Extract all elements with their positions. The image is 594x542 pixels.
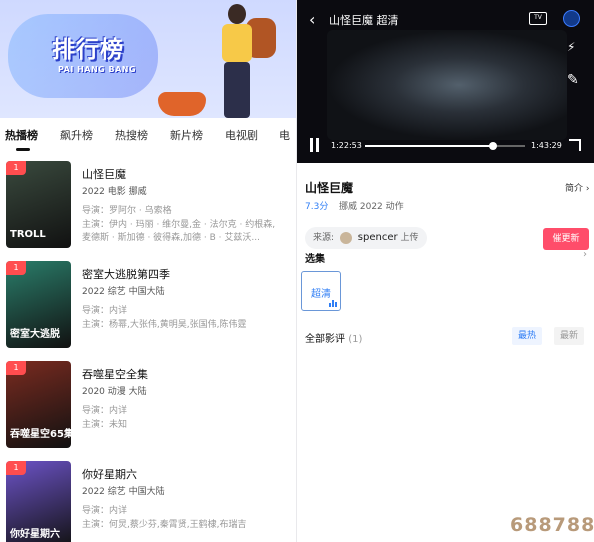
poster-caption: TROLL [10, 229, 46, 240]
progress-knob[interactable] [489, 142, 497, 150]
item-director: 导演：内详 [82, 306, 128, 316]
back-arrow-icon[interactable]: ‹ [309, 10, 315, 29]
item-title: 你好星期六 [82, 468, 137, 481]
gift-icon[interactable] [563, 10, 580, 27]
item-meta: 2022 电影 挪威 [82, 187, 147, 197]
rank-badge: 1 [6, 461, 26, 475]
current-time: 1:22:53 [331, 141, 362, 150]
poster-caption: 密室大逃脱 [10, 329, 60, 340]
pause-icon[interactable] [309, 138, 321, 152]
item-director: 导演：罗阿尔 · 乌索格 [82, 206, 172, 216]
item-title: 密室大逃脱第四季 [82, 268, 170, 281]
tab-tv-series[interactable]: 电视剧 [225, 127, 258, 143]
item-title: 吞噬星空全集 [82, 368, 148, 381]
lightbulb-icon[interactable]: ⚡ [567, 40, 575, 54]
item-cast: 主演：杨幂,大张伟,黄明昊,张国伟,陈伟霆 [82, 320, 247, 330]
poster-image: 1 吞噬星空65集 [6, 361, 71, 448]
person-illustration [210, 4, 276, 118]
item-meta: 2022 综艺 中国大陆 [82, 487, 165, 497]
score: 7.3分 [305, 202, 329, 212]
item-meta: 2022 综艺 中国大陆 [82, 287, 165, 297]
total-time: 1:43:29 [531, 141, 562, 150]
video-title: 山怪巨魔 超清 [329, 14, 399, 27]
source-label: 来源: [313, 233, 335, 243]
tab-rising[interactable]: 飙升榜 [60, 127, 93, 143]
uploader-name: spencer [357, 232, 398, 243]
reviews-heading: 全部影评 (1) [305, 330, 362, 345]
item-cast: 主演：伊内 · 玛丽 · 维尔曼,金 · 法尔克 · 约根森,麦德斯 · 斯加德… [82, 220, 276, 243]
tab-hot-search[interactable]: 热搜榜 [115, 127, 148, 143]
tab-more[interactable]: 电 [279, 127, 290, 143]
list-item[interactable]: 1 密室大逃脱 密室大逃脱第四季 2022 综艺 中国大陆 导演：内详 主演：杨… [0, 258, 296, 350]
reviews-title: 全部影评 [305, 334, 345, 345]
urge-update-button[interactable]: 催更新 [543, 228, 589, 250]
app-root: 排行榜 PAI HANG BANG 热播榜 飙升榜 热搜榜 新片榜 电视剧 电 … [0, 0, 594, 542]
poster-image: 1 密室大逃脱 [6, 261, 71, 348]
poster-caption: 你好星期六 [10, 529, 60, 540]
source-action: 上传 [400, 233, 419, 243]
item-cast: 主演：未知 [82, 420, 128, 430]
item-director: 导演：内详 [82, 506, 128, 516]
chevron-right-icon[interactable]: › [583, 249, 587, 260]
item-cast: 主演：何炅,蔡少芬,秦霄贤,王鹤棣,布瑞吉 [82, 520, 247, 530]
cast-tv-icon[interactable]: TV [529, 12, 547, 25]
pen-icon[interactable]: ✎ [567, 72, 579, 88]
ranking-tabs: 热播榜 飙升榜 热搜榜 新片榜 电视剧 电 [0, 118, 296, 152]
detail-panel: ‹ 山怪巨魔 超清 TV ⚡ ✎ 1:22:53 1:43:29 山怪巨魔 简介… [297, 0, 594, 542]
rank-badge: 1 [6, 361, 26, 375]
list-item[interactable]: 1 TROLL 山怪巨魔 2022 电影 挪威 导演：罗阿尔 · 乌索格 主演：… [0, 158, 296, 250]
rank-badge: 1 [6, 261, 26, 275]
source-chip[interactable]: 来源: spencer 上传 [305, 227, 427, 249]
movie-meta: 挪威 2022 动作 [339, 202, 404, 212]
rank-badge: 1 [6, 161, 26, 175]
movie-title: 山怪巨魔 [305, 181, 354, 195]
sort-new-button[interactable]: 最新 [554, 327, 584, 345]
watermark: 688788 [510, 514, 594, 536]
video-player[interactable]: ‹ 山怪巨魔 超清 TV ⚡ ✎ 1:22:53 1:43:29 [297, 0, 594, 163]
tab-new-releases[interactable]: 新片榜 [170, 127, 203, 143]
poster-image: 1 你好星期六 [6, 461, 71, 542]
uploader-avatar [339, 231, 352, 244]
video-frame [327, 30, 567, 140]
reviews-count: (1) [348, 334, 363, 345]
fullscreen-icon[interactable] [569, 139, 581, 151]
quality-label: 超清 [311, 289, 331, 300]
progress-fill [365, 145, 493, 147]
progress-bar[interactable] [365, 142, 525, 150]
item-title: 山怪巨魔 [82, 168, 126, 181]
quality-tile[interactable]: 超清 [301, 271, 341, 311]
episodes-heading: 选集 [305, 254, 325, 265]
list-item[interactable]: 1 你好星期六 你好星期六 2022 综艺 中国大陆 导演：内详 主演：何炅,蔡… [0, 458, 296, 542]
item-director: 导演：内详 [82, 406, 128, 416]
active-tab-indicator [16, 148, 30, 151]
ranking-panel: 排行榜 PAI HANG BANG 热播榜 飙升榜 热搜榜 新片榜 电视剧 电 … [0, 0, 296, 542]
item-meta: 2020 动漫 大陆 [82, 387, 147, 397]
banner-title: 排行榜 [52, 37, 124, 63]
poster-image: 1 TROLL [6, 161, 71, 248]
poster-caption: 吞噬星空65集 [10, 429, 71, 440]
sort-hot-button[interactable]: 最热 [512, 327, 542, 345]
treasure-pot-illustration [158, 92, 206, 116]
banner-subtitle: PAI HANG BANG [58, 65, 137, 74]
list-item[interactable]: 1 吞噬星空65集 吞噬星空全集 2020 动漫 大陆 导演：内详 主演：未知 [0, 358, 296, 450]
playing-bars-icon [329, 300, 337, 307]
tab-hot-play[interactable]: 热播榜 [5, 127, 38, 143]
ranking-banner: 排行榜 PAI HANG BANG [0, 0, 296, 118]
intro-link[interactable]: 简介 › [565, 181, 589, 194]
